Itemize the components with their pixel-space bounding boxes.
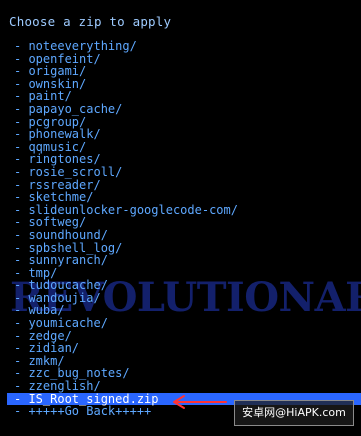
list-item[interactable]: - origami/ (14, 65, 359, 78)
list-item[interactable]: - sketchme/ (14, 191, 359, 204)
list-item[interactable]: - sunnyranch/ (14, 254, 359, 267)
list-item[interactable]: - rosie_scroll/ (14, 166, 359, 179)
list-item[interactable]: - soundhound/ (14, 229, 359, 242)
file-list: - noteeverything/- openfeint/- origami/-… (7, 40, 361, 418)
red-arrow-icon (173, 395, 227, 409)
list-item[interactable]: - noteeverything/ (14, 40, 359, 53)
list-item[interactable]: - zzenglish/ (14, 380, 359, 393)
list-item[interactable]: - tudoucache/ (14, 279, 359, 292)
list-item[interactable]: - papayo_cache/ (14, 103, 359, 116)
list-item[interactable]: - youmicache/ (14, 317, 359, 330)
screen-title: Choose a zip to apply (9, 14, 172, 29)
recovery-screen: Choose a zip to apply REVOLUTIONARY - no… (0, 0, 361, 436)
list-item[interactable]: - phonewalk/ (14, 128, 359, 141)
watermark-badge: 安卓网@HiAPK.com (234, 400, 354, 426)
list-item[interactable]: - wandoujia/ (14, 292, 359, 305)
list-item[interactable]: - zidian/ (14, 342, 359, 355)
